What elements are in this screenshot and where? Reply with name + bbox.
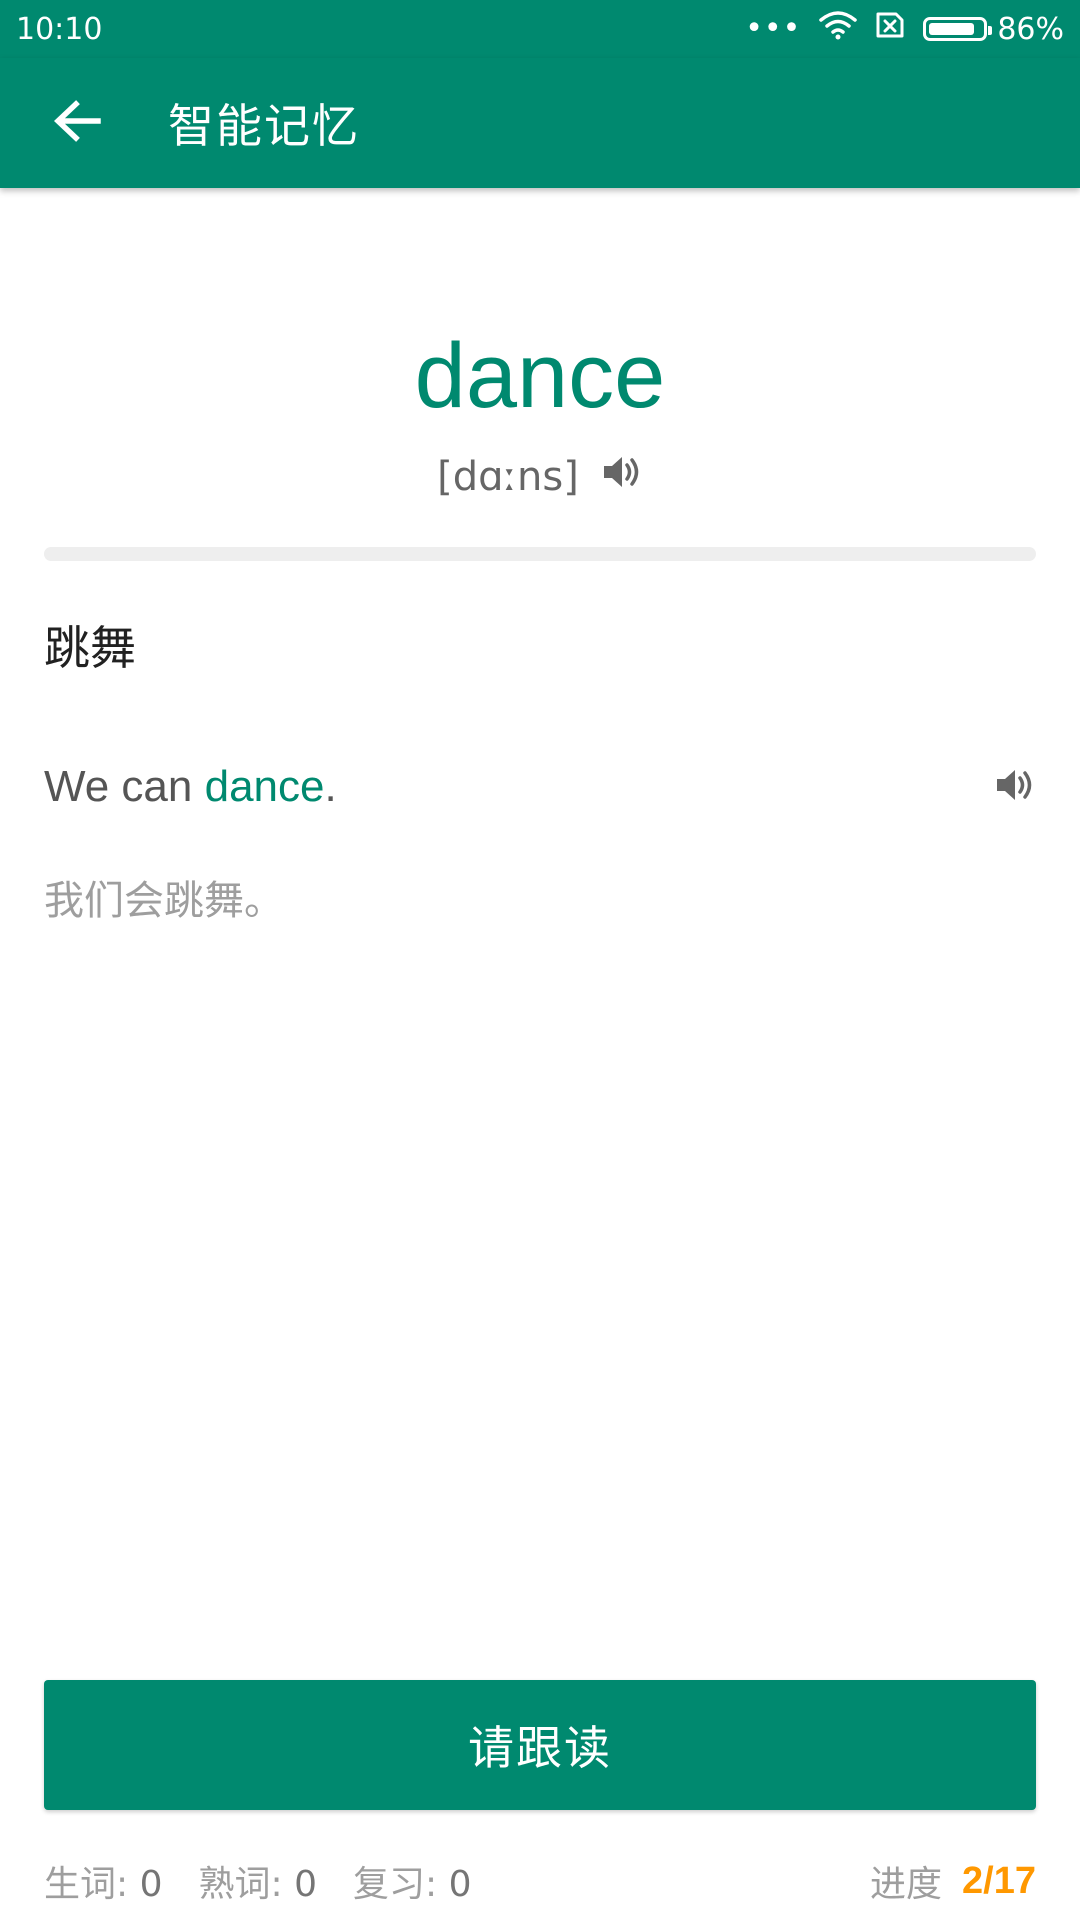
arrow-left-icon [52, 99, 102, 147]
example-row: We can dance. [44, 762, 1036, 812]
word-pronounce-button[interactable] [601, 452, 643, 502]
word-text: dance [414, 325, 666, 427]
known-words-stat: 熟词: 0 [198, 1864, 318, 1905]
back-button[interactable] [38, 84, 116, 162]
review-value: 0 [448, 1864, 472, 1905]
example-pronounce-button[interactable] [994, 765, 1036, 809]
session-progress: 进度 2/17 [870, 1855, 1036, 1907]
battery-level-fill [929, 23, 975, 35]
known-words-value: 0 [294, 1864, 317, 1905]
speaker-icon [601, 452, 643, 502]
example-suffix: . [324, 762, 337, 811]
status-icons: ••• 86% [745, 10, 1064, 48]
follow-read-button[interactable]: 请跟读 [44, 1680, 1036, 1810]
more-dots-icon: ••• [745, 11, 802, 46]
speaker-icon [994, 765, 1036, 809]
footer-stats-bar: 生词: 0 熟词: 0 复习: 0 进度 2/17 [44, 1856, 1036, 1906]
battery-indicator: 86% [923, 12, 1064, 47]
learning-progress-bar [44, 547, 1036, 561]
new-words-label: 生词 [44, 1864, 117, 1905]
phonetic-text: [dɑːns] [437, 454, 579, 500]
progress-label: 进度 [870, 1864, 943, 1905]
example-highlight: dance [204, 762, 325, 811]
battery-percent: 86% [997, 11, 1064, 47]
word-meaning: 跳舞 [44, 621, 136, 675]
new-words-stat: 生词: 0 [44, 1864, 163, 1905]
progress-count: 2/17 [962, 1859, 1036, 1902]
example-sentence: We can dance. [44, 762, 337, 812]
new-words-value: 0 [139, 1864, 163, 1905]
status-bar: 10:10 ••• 86% [0, 0, 1080, 58]
example-translation: 我们会跳舞。 [44, 878, 284, 924]
review-stat: 复习: 0 [353, 1864, 472, 1905]
word-stats: 生词: 0 熟词: 0 复习: 0 [44, 1855, 472, 1907]
battery-icon [923, 17, 993, 41]
app-bar: 智能记忆 [0, 58, 1080, 188]
sim-x-icon [875, 11, 905, 47]
wifi-icon [819, 10, 858, 48]
phonetic-row: [dɑːns] [0, 452, 1080, 502]
example-prefix: We can [44, 762, 205, 811]
known-words-label: 熟词 [198, 1864, 271, 1905]
status-time: 10:10 [16, 11, 103, 47]
page-title: 智能记忆 [168, 99, 360, 153]
review-label: 复习 [353, 1864, 426, 1905]
